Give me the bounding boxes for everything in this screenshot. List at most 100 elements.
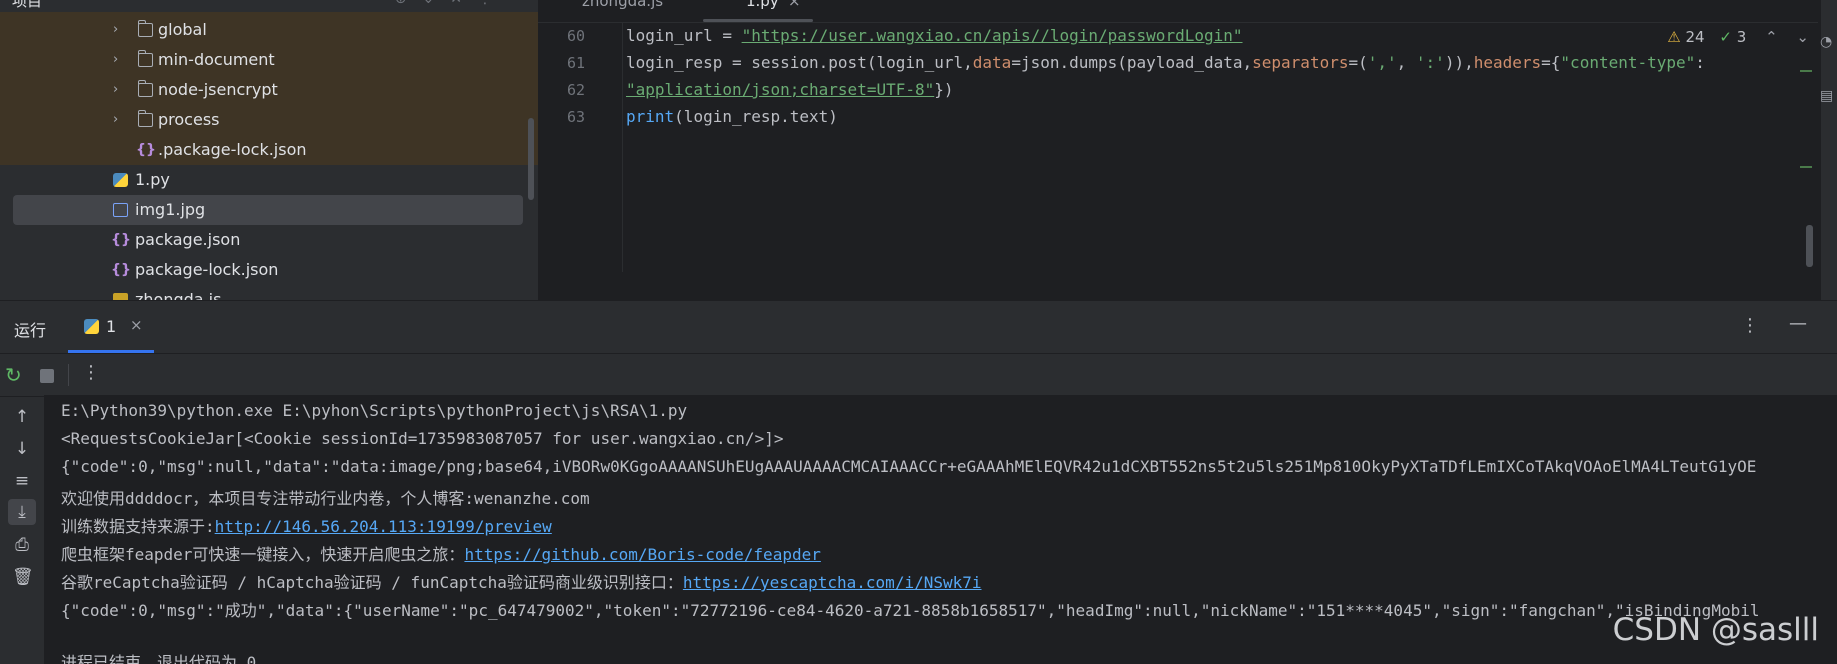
code-string: "content-type" bbox=[1560, 53, 1696, 72]
json-file-icon: {} bbox=[111, 262, 131, 278]
warning-icon: ⚠ bbox=[1667, 28, 1681, 46]
chevron-right-icon[interactable]: › bbox=[113, 15, 118, 45]
toolbar-separator bbox=[68, 364, 69, 386]
chevron-right-icon[interactable]: › bbox=[113, 45, 118, 75]
print-icon[interactable]: ⎙ bbox=[12, 535, 32, 555]
run-toolbar: ↻ ⋮ bbox=[0, 353, 1837, 397]
console-line: 进程已结束，退出代码为 0 bbox=[61, 653, 257, 664]
tree-item-global[interactable]: › global bbox=[0, 15, 538, 45]
tree-item-1-py[interactable]: 1.py bbox=[0, 165, 538, 195]
tab-scroll-indicator bbox=[703, 19, 813, 22]
tab-1-py[interactable]: 1.py bbox=[746, 0, 779, 10]
project-header: 项目 ⊕⌄✕⋮ bbox=[0, 0, 538, 12]
change-marker[interactable] bbox=[1800, 70, 1812, 72]
console-line: {"code":0,"msg":null,"data":"data:image/… bbox=[61, 457, 1757, 476]
chevron-down-icon[interactable]: ⌄ bbox=[1796, 28, 1809, 46]
trash-icon[interactable]: 🗑 bbox=[12, 567, 34, 587]
soft-wrap-icon[interactable]: ≡ bbox=[12, 471, 32, 491]
tree-item-label: package.json bbox=[135, 230, 241, 249]
code-token: ={ bbox=[1541, 53, 1561, 72]
more-options-icon[interactable]: ⋮ bbox=[82, 362, 100, 383]
tree-item-zhongda-js[interactable]: zhongda.js bbox=[0, 285, 538, 300]
python-file-icon bbox=[113, 173, 128, 187]
tree-item-label: min-document bbox=[158, 50, 275, 69]
code-keyword: separators bbox=[1252, 53, 1349, 72]
close-icon[interactable]: × bbox=[788, 0, 801, 10]
code-string: ',' bbox=[1367, 53, 1397, 72]
database-icon[interactable]: ▤ bbox=[1820, 88, 1833, 104]
run-tab-label: 1 bbox=[106, 317, 117, 336]
code-line-61-wrap[interactable]: "application/json;charset=UTF-8"}) bbox=[626, 80, 954, 99]
warning-count: 24 bbox=[1685, 28, 1705, 46]
code-function: print bbox=[626, 107, 675, 126]
editor-scrollbar[interactable] bbox=[1806, 225, 1813, 267]
run-tab-1[interactable]: 1 × bbox=[68, 301, 154, 353]
close-icon[interactable]: × bbox=[130, 316, 143, 334]
rerun-icon[interactable]: ↻ bbox=[5, 363, 22, 387]
scroll-to-end-icon[interactable]: ⤓ bbox=[8, 499, 36, 525]
chevron-up-icon[interactable]: ⌃ bbox=[1765, 28, 1778, 46]
code-line-61[interactable]: login_resp = session.post(login_url,data… bbox=[626, 53, 1705, 72]
code-line-60[interactable]: login_url = "https://user.wangxiao.cn/ap… bbox=[626, 26, 1243, 45]
chevron-right-icon[interactable]: › bbox=[113, 75, 118, 105]
code-line-63[interactable]: print(login_resp.text) bbox=[626, 107, 838, 126]
code-token: , bbox=[1396, 53, 1416, 72]
minimize-icon[interactable]: — bbox=[1789, 313, 1807, 334]
folder-icon bbox=[138, 50, 153, 67]
code-token: (login_resp.text) bbox=[674, 107, 838, 126]
tree-item-label: .package-lock.json bbox=[158, 140, 307, 159]
code-editor[interactable]: zhongda.js 1.py × 60 61 62 63 login_url … bbox=[538, 0, 1837, 300]
python-icon bbox=[84, 319, 99, 334]
csdn-watermark: CSDN @saslll bbox=[1612, 612, 1819, 648]
folder-icon bbox=[138, 110, 153, 127]
console-side-toolbar: ↑ ↓ ≡ ⤓ ⎙ 🗑 bbox=[0, 395, 45, 664]
console-link[interactable]: https://github.com/Boris-code/feapder bbox=[464, 545, 820, 564]
line-number: 61 bbox=[566, 54, 585, 72]
editor-tabs: zhongda.js 1.py × bbox=[538, 0, 1818, 23]
code-string: "application/json;charset=UTF-8" bbox=[626, 80, 935, 99]
tree-item-package-json[interactable]: {} package.json bbox=[0, 225, 538, 255]
line-number: 60 bbox=[566, 27, 585, 45]
console-link[interactable]: http://146.56.204.113:19199/preview bbox=[215, 517, 552, 536]
check-icon: ✓ bbox=[1719, 28, 1732, 46]
tree-item-label: process bbox=[158, 110, 220, 129]
top-area: 项目 ⊕⌄✕⋮ › global › min-document › node-j… bbox=[0, 0, 1837, 300]
tab-zhongda-js[interactable]: zhongda.js bbox=[582, 0, 663, 10]
stop-icon[interactable] bbox=[40, 369, 54, 383]
arrow-down-icon[interactable]: ↓ bbox=[12, 439, 32, 459]
tree-item-dot-package-lock-json[interactable]: {} .package-lock.json bbox=[0, 135, 538, 165]
project-panel: 项目 ⊕⌄✕⋮ › global › min-document › node-j… bbox=[0, 0, 538, 300]
console-line: 爬虫框架feapder可快速一键接入，快速开启爬虫之旅：https://gith… bbox=[61, 541, 821, 565]
line-number: 62 bbox=[566, 81, 585, 99]
tree-item-label: 1.py bbox=[135, 170, 170, 189]
tree-item-label: img1.jpg bbox=[135, 200, 206, 219]
tree-item-package-lock-json[interactable]: {} package-lock.json bbox=[0, 255, 538, 285]
console-output[interactable]: E:\Python39\python.exe E:\pyhon\Scripts\… bbox=[44, 395, 1837, 664]
code-string-url: "https://user.wangxiao.cn/apis//login/pa… bbox=[741, 26, 1243, 45]
tree-item-min-document[interactable]: › min-document bbox=[0, 45, 538, 75]
more-options-icon[interactable]: ⋮ bbox=[1741, 315, 1759, 336]
console-line: 训练数据支持来源于:http://146.56.204.113:19199/pr… bbox=[61, 513, 552, 537]
arrow-up-icon[interactable]: ↑ bbox=[12, 407, 32, 427]
folder-icon bbox=[138, 20, 153, 37]
tree-item-img1-jpg[interactable]: img1.jpg bbox=[13, 195, 523, 225]
chevron-right-icon[interactable]: › bbox=[113, 105, 118, 135]
json-file-icon: {} bbox=[111, 232, 131, 248]
notifications-icon[interactable]: ◔ bbox=[1820, 34, 1832, 50]
line-number: 63 bbox=[566, 108, 585, 126]
console-text: 爬虫框架feapder可快速一键接入，快速开启爬虫之旅： bbox=[61, 545, 465, 564]
inspection-widget[interactable]: ⚠ 24 ✓ 3 ⌃ ⌄ bbox=[1667, 28, 1809, 46]
code-token: )), bbox=[1444, 53, 1474, 72]
console-link[interactable]: https://yescaptcha.com/i/NSwk7i bbox=[683, 573, 982, 592]
tree-item-process[interactable]: › process bbox=[0, 105, 538, 135]
tree-item-node-jsencrypt[interactable]: › node-jsencrypt bbox=[0, 75, 538, 105]
project-title[interactable]: 项目 bbox=[12, 0, 42, 11]
change-marker[interactable] bbox=[1800, 166, 1812, 168]
code-token: }) bbox=[934, 80, 954, 99]
project-header-icons[interactable]: ⊕⌄✕⋮ bbox=[395, 0, 508, 7]
tree-item-label: zhongda.js bbox=[135, 290, 222, 300]
code-token: : bbox=[1695, 53, 1705, 72]
code-keyword: headers bbox=[1473, 53, 1542, 72]
ok-count: 3 bbox=[1736, 28, 1747, 46]
project-scrollbar[interactable] bbox=[528, 118, 534, 200]
